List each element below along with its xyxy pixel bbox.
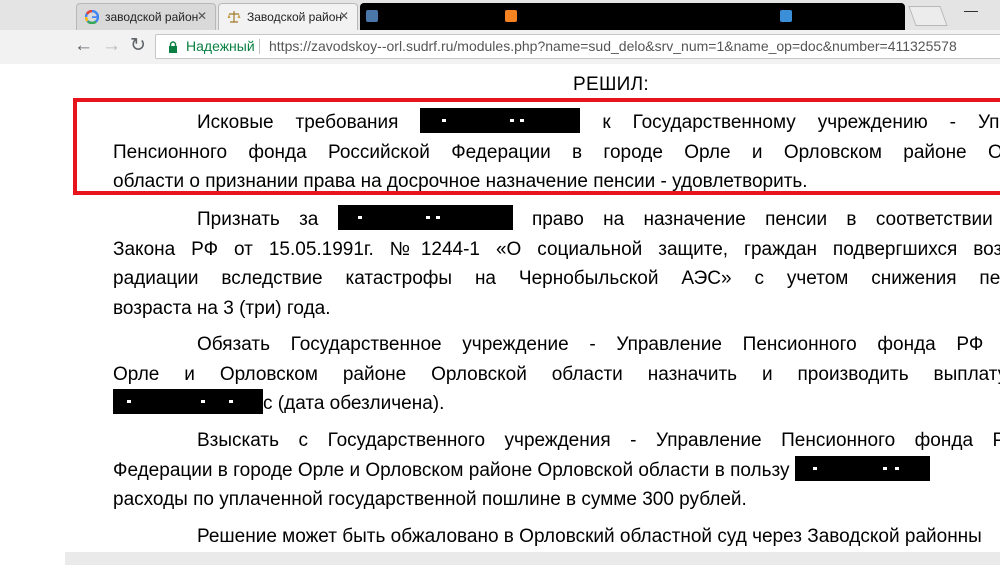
image-icon	[780, 10, 792, 22]
tab-google[interactable]: заводской район ✕	[76, 3, 216, 30]
lock-icon	[169, 41, 177, 53]
text-line: Признать за право на назначение пенсии в…	[113, 205, 1000, 235]
close-icon[interactable]: ✕	[339, 9, 349, 23]
redaction-block	[113, 389, 263, 414]
google-icon	[85, 10, 99, 24]
text-line: Решение может быть обжаловано в Орловски…	[197, 526, 982, 547]
text-line: Орле и Орловском районе Орловской област…	[113, 363, 1000, 385]
new-tab-button[interactable]	[908, 6, 948, 26]
text-line: с (дата обезличена).	[113, 389, 1000, 419]
page-title: РЕШИЛ:	[573, 74, 649, 95]
text-line: Обязать Государственное учреждение - Упр…	[197, 334, 1000, 355]
divider	[259, 39, 260, 54]
paragraph-claims: Исковые требования к Государственному уч…	[113, 108, 1000, 197]
text-line: Взыскать с Государственного учреждения -…	[197, 430, 1000, 451]
text-line: Пенсионного фонда Российской Федерации в…	[113, 141, 1000, 163]
redaction-block	[337, 205, 513, 230]
redacted-tabs[interactable]	[360, 3, 905, 30]
paragraph-appeal: Решение может быть обжаловано в Орловски…	[113, 522, 1000, 552]
minimize-icon[interactable]: —	[964, 2, 978, 18]
horizontal-scrollbar[interactable]	[65, 552, 1000, 565]
left-gutter	[0, 64, 66, 565]
url-text: https://zavodskoy--orl.sudrf.ru/modules.…	[269, 38, 957, 54]
redaction-block	[420, 108, 581, 133]
tab-title: Заводской район	[247, 10, 343, 24]
address-bar[interactable]: Надежный https://zavodskoy--orl.sudrf.ru…	[155, 34, 1000, 59]
paragraph-oblige: Обязать Государственное учреждение - Упр…	[113, 330, 1000, 419]
text-line: возраста на 3 (три) года.	[113, 297, 331, 319]
text-line: Закона РФ от 15.05.1991г. №1244-1 «О соц…	[113, 238, 1000, 260]
close-icon[interactable]: ✕	[197, 9, 207, 23]
tab-title: заводской район	[105, 10, 199, 24]
document-page: РЕШИЛ: Исковые требования к Государствен…	[65, 64, 1000, 565]
tab-active[interactable]: Заводской район ✕	[218, 3, 358, 30]
security-label: Надежный	[186, 38, 255, 54]
redaction-block	[794, 455, 930, 481]
scales-icon	[227, 11, 241, 23]
text-line: Исковые требования к Государственному уч…	[113, 108, 1000, 138]
reload-icon[interactable]: ↻	[130, 36, 146, 56]
browser-toolbar: ← → ↻ Надежный https://zavodskoy--orl.su…	[0, 30, 1000, 65]
back-arrow-icon[interactable]: ←	[74, 36, 93, 56]
paragraph-recognize: Признать за право на назначение пенсии в…	[113, 205, 1000, 323]
text-line: радиации вследствие катастрофы на Черноб…	[113, 268, 1000, 289]
text-line: области о признании права на досрочное н…	[113, 171, 808, 192]
vk-icon	[366, 10, 378, 22]
text-line: Федерации в городе Орле и Орловском райо…	[113, 455, 1000, 486]
text-line: расходы по уплаченной государственной по…	[113, 489, 747, 510]
ok-icon	[505, 10, 517, 22]
forward-arrow-icon[interactable]: →	[102, 36, 121, 56]
paragraph-recover: Взыскать с Государственного учреждения -…	[113, 426, 1000, 515]
tab-strip: заводской район ✕ Заводской район ✕ —	[0, 0, 1000, 31]
